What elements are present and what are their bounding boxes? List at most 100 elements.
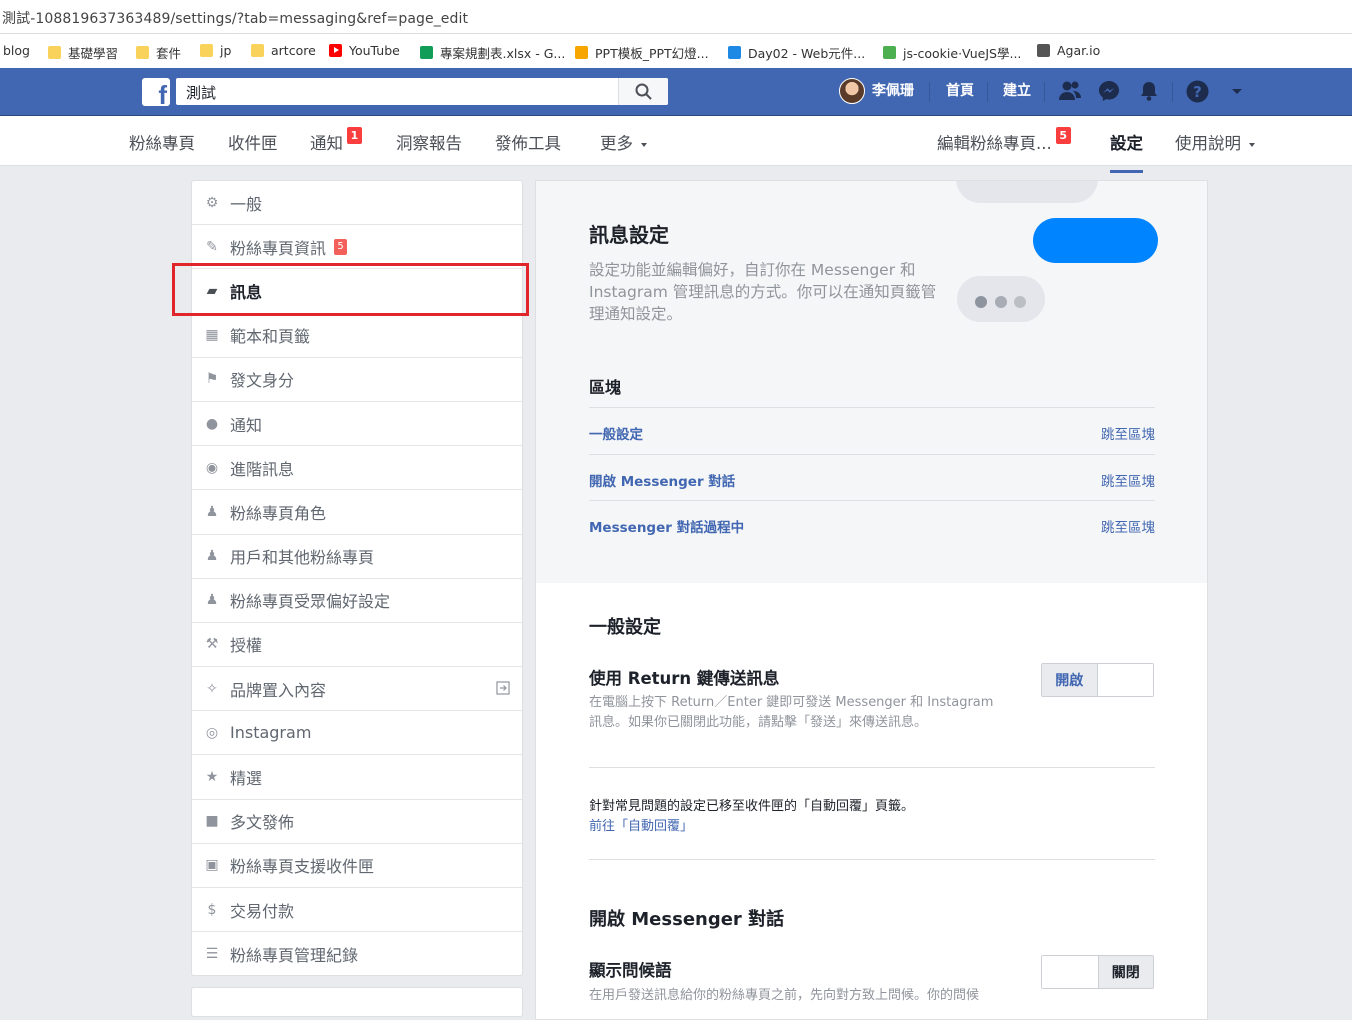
jump-to-block-link[interactable]: 跳至區塊 [1101,423,1155,443]
profile-link[interactable]: 李佩珊 [872,80,914,100]
sidebar-item-notifications[interactable]: ● 通知 [192,402,522,447]
divider [929,82,930,102]
typing-dot [975,296,987,308]
setting-title-greeting: 顯示問候語 [589,961,672,980]
sidebar-secondary-panel [191,987,523,1017]
person-icon: ♟ [205,503,219,520]
sidebar-item-support-inbox[interactable]: ▣ 粉絲專頁支援收件匣 [192,844,522,888]
jump-to-block-link[interactable]: 跳至區塊 [1101,516,1155,536]
chat-bubble-illustration [1033,218,1158,263]
toggle-off-option[interactable] [1097,664,1153,696]
page-title: 訊息設定 [589,223,669,247]
setting-title-return-key: 使用 Return 鍵傳送訊息 [589,669,780,688]
search-box[interactable]: 測試 [176,78,668,105]
bookmarks-bar: blog 基礎學習 套件 jp artcore YouTube 專案規劃表.xl… [0,34,1352,68]
messenger-icon[interactable] [1098,80,1120,102]
go-to-auto-reply-link[interactable]: 前往「自動回覆」 [589,815,693,834]
hero-section: 訊息設定 設定功能並編輯偏好，自訂你在 Messenger 和 Instagra… [536,181,1207,583]
bookmark-folder[interactable]: 套件 [136,43,181,62]
external-link-icon[interactable] [496,681,510,695]
create-link[interactable]: 建立 [1003,80,1031,100]
sidebar-item-people-other-pages[interactable]: ♟ 用戶和其他粉絲專頁 [192,535,522,579]
highlight-box [172,263,529,316]
sidebar-item-audience-preferences[interactable]: ♟ 粉絲專頁受眾偏好設定 [192,579,522,623]
tab-inbox[interactable]: 收件匣 [228,130,278,154]
web-icon [728,46,741,59]
bookmark-sheet[interactable]: 專案規劃表.xlsx - G... [420,43,565,62]
block-row: 開啟 Messenger 對話 跳至區塊 [589,454,1155,500]
folder-icon [48,46,61,59]
section-title-general: 一般設定 [589,617,661,638]
audience-icon: ♟ [205,592,219,609]
greeting-toggle[interactable]: 關閉 [1041,955,1154,989]
faq-moved-note: 針對常見問題的設定已移至收件匣的「自動回覆」頁籤。 [589,799,915,814]
block-link-open-conversation[interactable]: 開啟 Messenger 對話 [589,470,735,490]
messaging-settings-panel: 訊息設定 設定功能並編輯偏好，自訂你在 Messenger 和 Instagra… [535,180,1208,1020]
sidebar-item-featured[interactable]: ★ 精選 [192,755,522,800]
bookmark-jscookie[interactable]: js-cookie·VueJS學... [883,43,1021,62]
ppt-icon [575,46,588,59]
bookmark-day02[interactable]: Day02 - Web元件... [728,43,865,62]
chevron-down-icon [1249,142,1255,147]
bookmark-folder[interactable]: artcore [251,43,316,58]
list-icon: ☰ [205,946,219,963]
facebook-header: f 測試 李佩珊 首頁 建立 ? [0,68,1352,116]
svg-text:?: ? [1193,83,1202,101]
sidebar-item-crossposting[interactable]: ■ 多文發佈 [192,800,522,844]
tab-notifications[interactable]: 通知 1 [310,127,362,154]
tab-publishing-tools[interactable]: 發佈工具 [495,130,561,154]
bookmark-ppt[interactable]: PPT模板_PPT幻燈... [575,43,709,62]
typing-indicator-illustration [957,276,1045,322]
sidebar-item-instagram[interactable]: ◎ Instagram [192,711,522,756]
bookmark-folder[interactable]: 基礎學習 [48,43,118,62]
home-link[interactable]: 首頁 [946,80,974,100]
messenger-icon: ◉ [205,459,219,476]
edit-page-badge: 5 [1055,127,1071,144]
sidebar-item-branded-content[interactable]: ✧ 品牌置入內容 [192,667,522,712]
toggle-off-option[interactable]: 關閉 [1097,956,1153,988]
jump-to-block-link[interactable]: 跳至區塊 [1101,470,1155,490]
bookmark-agar[interactable]: Agar.io [1037,43,1100,58]
sidebar-item-post-attribution[interactable]: ⚑ 發文身分 [192,358,522,402]
sidebar-item-page-roles[interactable]: ♟ 粉絲專頁角色 [192,490,522,535]
url-text[interactable]: 測試-108819637363489/settings/?tab=messagi… [2,8,468,28]
chevron-down-icon [641,142,647,147]
sidebar-item-general[interactable]: ⚙ 一般 [192,181,522,226]
bookmark-blog[interactable]: blog [3,43,30,58]
sheets-icon [420,46,433,59]
pencil-icon: ✎ [206,238,218,255]
tab-more[interactable]: 更多 [600,130,647,154]
toggle-on-option[interactable] [1042,956,1098,988]
search-input[interactable]: 測試 [186,82,216,103]
tab-edit-page-info[interactable]: 編輯粉絲專頁... 5 [937,127,1071,154]
sidebar-item-payments[interactable]: $ 交易付款 [192,888,522,933]
folder-icon [251,44,264,57]
bookmark-youtube[interactable]: YouTube [329,43,400,58]
help-icon[interactable]: ? [1186,80,1209,103]
divider [1044,82,1045,102]
bookmark-folder[interactable]: jp [200,43,231,58]
sidebar-item-advanced-messaging[interactable]: ◉ 進階訊息 [192,446,522,491]
avatar[interactable] [839,78,865,104]
facebook-logo-icon[interactable]: f [142,78,170,106]
address-bar[interactable]: 測試-108819637363489/settings/?tab=messagi… [0,0,1352,34]
sidebar-item-templates-tabs[interactable]: ▦ 範本和頁籤 [192,314,522,358]
sidebar-item-activity-log[interactable]: ☰ 粉絲專頁管理紀錄 [192,932,522,976]
block-link-general[interactable]: 一般設定 [589,423,643,443]
account-menu-chevron-down-icon[interactable] [1231,88,1243,96]
tab-insights[interactable]: 洞察報告 [396,130,462,154]
search-button[interactable] [618,78,668,105]
agar-icon [1037,44,1050,57]
tab-page[interactable]: 粉絲專頁 [129,130,195,154]
return-key-toggle[interactable]: 開啟 [1041,663,1154,697]
tab-help[interactable]: 使用說明 [1175,130,1255,154]
friends-icon[interactable] [1058,80,1082,102]
tab-settings[interactable]: 設定 [1110,130,1143,173]
chat-bubble-illustration [956,181,1098,203]
block-link-during-conversation[interactable]: Messenger 對話過程中 [589,516,744,536]
blocks-heading: 區塊 [589,378,622,397]
toggle-on-option[interactable]: 開啟 [1042,664,1098,696]
divider [589,859,1155,860]
sidebar-item-authorizations[interactable]: ⚒ 授權 [192,623,522,668]
bell-icon[interactable] [1138,80,1160,102]
